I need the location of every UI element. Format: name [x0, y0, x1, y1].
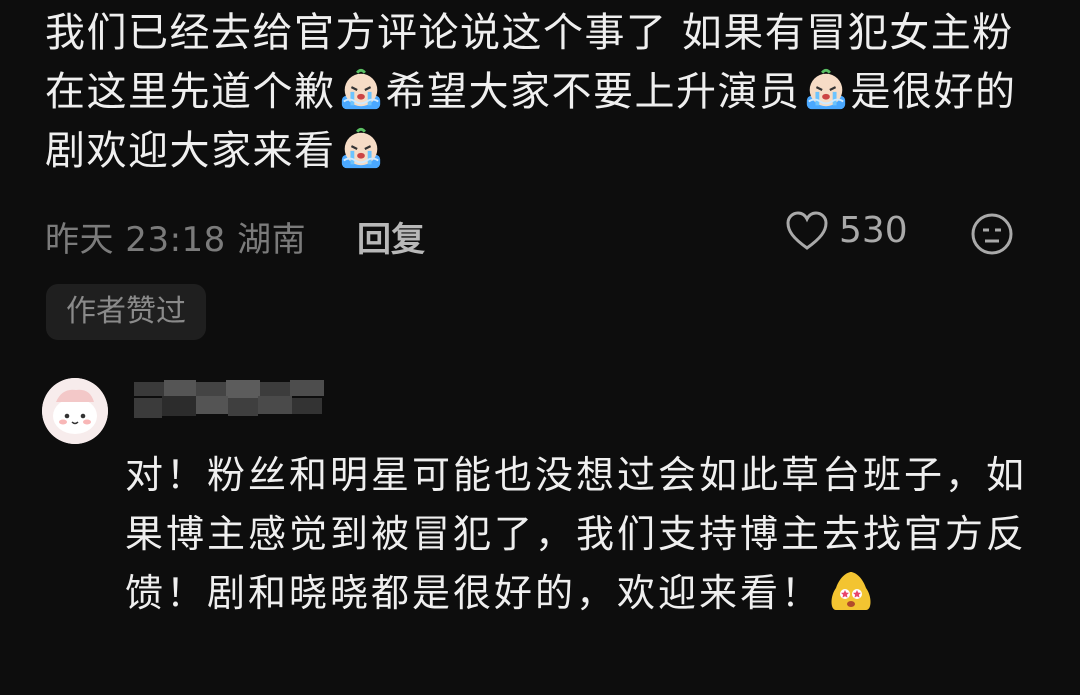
crying-face-emoji-icon [806, 68, 845, 110]
comment-meta-row: 昨天 23:18 湖南 回复 530 [45, 206, 1035, 262]
comment-text: 我们已经去给官方评论说这个事了 如果有冒犯女主粉在这里先道个歉 希望大家不要上升… [45, 4, 1045, 181]
like-button[interactable]: 530 [785, 210, 908, 251]
crying-face-emoji-icon [341, 68, 380, 110]
author-liked-badge: 作者赞过 [46, 284, 206, 340]
comment-time-location: 昨天 23:18 湖南 [45, 220, 307, 260]
reply-text-body: 对！粉丝和明星可能也没想过会如此草台班子，如果博主感觉到被冒犯了，我们支持博主去… [125, 453, 1028, 615]
dislike-face-icon[interactable] [970, 212, 1014, 256]
like-count: 530 [839, 210, 908, 251]
comment-text-part-2: 希望大家不要上升演员 [385, 69, 801, 115]
blurred-username[interactable] [128, 374, 348, 424]
avatar[interactable] [42, 378, 108, 444]
username-blur-icon [128, 374, 348, 424]
comment-main: 我们已经去给官方评论说这个事了 如果有冒犯女主粉在这里先道个歉 希望大家不要上升… [45, 4, 1045, 181]
heart-icon [786, 210, 828, 250]
reply-button[interactable]: 回复 [357, 212, 425, 261]
crying-face-emoji-icon [341, 127, 380, 169]
cartoon-avatar-icon [42, 378, 108, 444]
reply-text: 对！粉丝和明星可能也没想过会如此草台班子，如果博主感觉到被冒犯了，我们支持博主去… [125, 446, 1045, 623]
star-eyes-emoji-icon [831, 572, 871, 610]
